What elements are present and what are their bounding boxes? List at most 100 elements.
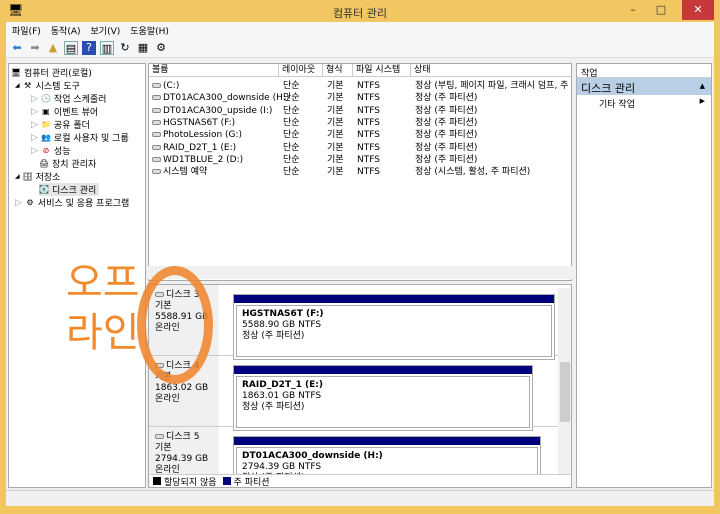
- table-row[interactable]: DT01ACA300_upside (I:) 단순 기본 NTFS 정상 (주 파티션): [149, 105, 571, 117]
- table-cell: 기본: [327, 154, 344, 165]
- cell: 기본: [327, 80, 344, 92]
- menu-view[interactable]: 보기(V): [91, 24, 121, 37]
- cell: 기본: [327, 105, 344, 117]
- users-icon: 👥: [40, 132, 51, 142]
- tree-label: 로컬 사용자 및 그룹: [53, 134, 129, 144]
- partition[interactable]: HGSTNAS6T (F:) 5588.90 GB NTFS 정상 (주 파티션): [233, 294, 555, 360]
- cell: 시스템 예약: [152, 166, 207, 178]
- partition-bar: [234, 295, 554, 303]
- title-bar: 🖥 컴퓨터 관리 – □ ✕: [0, 0, 720, 22]
- properties-icon[interactable]: ▦: [136, 41, 150, 55]
- tree-item-system-tools[interactable]: ◢ ⚒ 시스템 도구: [15, 79, 80, 93]
- cell: 단순: [283, 142, 300, 154]
- help-icon[interactable]: ?: [82, 40, 96, 55]
- up-folder-icon[interactable]: ▲: [46, 41, 60, 55]
- back-icon[interactable]: ⬅: [10, 41, 24, 55]
- forward-icon[interactable]: ➡: [28, 41, 42, 55]
- close-button[interactable]: ✕: [682, 0, 714, 20]
- tree-item-disk-management[interactable]: 💽 디스크 관리: [39, 183, 100, 196]
- show-action-icon[interactable]: ▥: [100, 40, 114, 55]
- column-header-filesystem[interactable]: 파일 시스템: [353, 64, 411, 77]
- services-icon: ⚙: [26, 197, 34, 207]
- table-row[interactable]: PhotoLession (G:) 단순 기본 NTFS 정상 (주 파티션): [149, 129, 571, 141]
- column-header-status[interactable]: 상태: [411, 64, 571, 77]
- tree-item-task-scheduler[interactable]: ▷ 🕓 작업 스케줄러: [31, 92, 106, 106]
- table-row[interactable]: RAID_D2T_1 (E:) 단순 기본 NTFS 정상 (주 파티션): [149, 142, 571, 154]
- tree-item-performance[interactable]: ▷ ⊘ 성능: [31, 144, 71, 158]
- cell: NTFS: [357, 105, 380, 117]
- actions-more[interactable]: 기타 작업 ▶: [577, 95, 711, 110]
- section-label: 디스크 관리: [581, 82, 636, 95]
- tree-item-root[interactable]: 🖥 컴퓨터 관리(로컬): [11, 66, 92, 80]
- horizontal-scrollbar[interactable]: [148, 266, 572, 279]
- collapse-icon[interactable]: ▲: [700, 82, 705, 90]
- cell: NTFS: [357, 166, 380, 178]
- annotation-line: 오프: [66, 260, 140, 306]
- cell: 기본: [327, 166, 344, 178]
- scrollbar-thumb[interactable]: [560, 362, 570, 422]
- event-icon: ▣: [42, 106, 50, 116]
- menu-action[interactable]: 동작(A): [51, 24, 81, 37]
- table-cell: 정상 (주 파티션): [415, 105, 478, 116]
- table-cell: HGSTNAS6T (F:): [163, 117, 236, 128]
- tree-item-device-manager[interactable]: 🖨 장치 관리자: [39, 157, 96, 171]
- tree-label: 성능: [53, 147, 71, 157]
- table-cell: 기본: [327, 130, 344, 141]
- table-row[interactable]: 시스템 예약 단순 기본 NTFS 정상 (시스템, 활성, 주 파티션): [149, 166, 571, 178]
- table-cell: 단순: [283, 130, 300, 141]
- tree-item-storage[interactable]: ◢ 🗄 저장소: [15, 170, 60, 184]
- drive-icon: [152, 132, 161, 138]
- tree-item-local-users[interactable]: ▷ 👥 로컬 사용자 및 그룹: [31, 131, 129, 145]
- maximize-button[interactable]: □: [648, 0, 674, 20]
- column-header-volume[interactable]: 볼륨: [149, 64, 279, 77]
- column-header-type[interactable]: 형식: [323, 64, 353, 77]
- cell: 단순: [283, 129, 300, 141]
- table-cell: DT01ACA300_downside (H:): [163, 93, 290, 104]
- volume-list: 볼륨 레이아웃 형식 파일 시스템 상태 (C:) 단순 기본 NTFS 정상 (부팅,…: [148, 63, 572, 281]
- menu-file[interactable]: 파일(F): [12, 24, 41, 37]
- table-row[interactable]: WD1TBLUE_2 (D:) 단순 기본 NTFS 정상 (주 파티션): [149, 154, 571, 166]
- disk-icon: [155, 434, 164, 439]
- actions-section-disk-management[interactable]: 디스크 관리 ▲: [577, 78, 711, 95]
- menu-bar: 파일(F) 동작(A) 보기(V) 도움말(H): [6, 22, 714, 38]
- cell: NTFS: [357, 80, 380, 92]
- cell: RAID_D2T_1 (E:): [152, 142, 236, 154]
- tree-label: 공유 폴더: [53, 121, 90, 131]
- minimize-button[interactable]: –: [620, 0, 646, 20]
- table-cell: 단순: [283, 167, 300, 178]
- table-row[interactable]: HGSTNAS6T (F:) 단순 기본 NTFS 정상 (주 파티션): [149, 117, 571, 129]
- show-tree-icon[interactable]: ▤: [64, 40, 78, 55]
- table-cell: NTFS: [357, 105, 380, 116]
- cell: 정상 (주 파티션): [415, 92, 477, 104]
- refresh-icon[interactable]: ↻: [118, 41, 132, 55]
- cell: 단순: [283, 117, 300, 129]
- table-row[interactable]: (C:) 단순 기본 NTFS 정상 (부팅, 페이지 파일, 크래시 덤프, 주: [149, 80, 571, 92]
- tree-item-event-viewer[interactable]: ▷ ▣ 이벤트 뷰어: [31, 105, 98, 119]
- disk-row: 디스크 4 기본 1863.02 GB 온라인 RAID_D2T_1 (E:) 1863…: [149, 356, 559, 431]
- partition-status: 정상 (주 파티션): [242, 331, 305, 341]
- table-row[interactable]: DT01ACA300_downside (H:) 단순 기본 NTFS 정상 (주 파티…: [149, 92, 571, 104]
- disk-icon: 💽: [39, 184, 49, 194]
- partition[interactable]: RAID_D2T_1 (E:) 1863.01 GB NTFS 정상 (주 파티션): [233, 365, 533, 431]
- column-header-layout[interactable]: 레이아웃: [279, 64, 323, 77]
- cell: 단순: [283, 154, 300, 166]
- settings-icon[interactable]: ⚙: [154, 41, 168, 55]
- drive-icon: [152, 169, 161, 175]
- menu-help[interactable]: 도움말(H): [130, 24, 169, 37]
- table-cell: 정상 (시스템, 활성, 주 파티션): [415, 167, 531, 178]
- submenu-arrow-icon: ▶: [699, 97, 705, 105]
- tree-label: 시스템 도구: [35, 82, 80, 92]
- clock-icon: 🕓: [40, 93, 51, 103]
- table-cell: 단순: [283, 93, 300, 104]
- table-cell: 정상 (주 파티션): [415, 154, 478, 165]
- annotation-line: 라인: [66, 310, 140, 356]
- cell: 기본: [327, 129, 344, 141]
- cell: DT01ACA300_upside (I:): [152, 105, 272, 117]
- drive-icon: [152, 95, 161, 101]
- cell: 단순: [283, 80, 300, 92]
- disk-size: 1863.02 GB: [155, 383, 209, 393]
- tree-item-shared-folders[interactable]: ▷ 📁 공유 폴더: [31, 118, 90, 132]
- drive-icon: [152, 83, 161, 88]
- folder-icon: 📁: [40, 119, 51, 129]
- tree-item-services[interactable]: ▷ ⚙ 서비스 및 응용 프로그램: [15, 196, 129, 210]
